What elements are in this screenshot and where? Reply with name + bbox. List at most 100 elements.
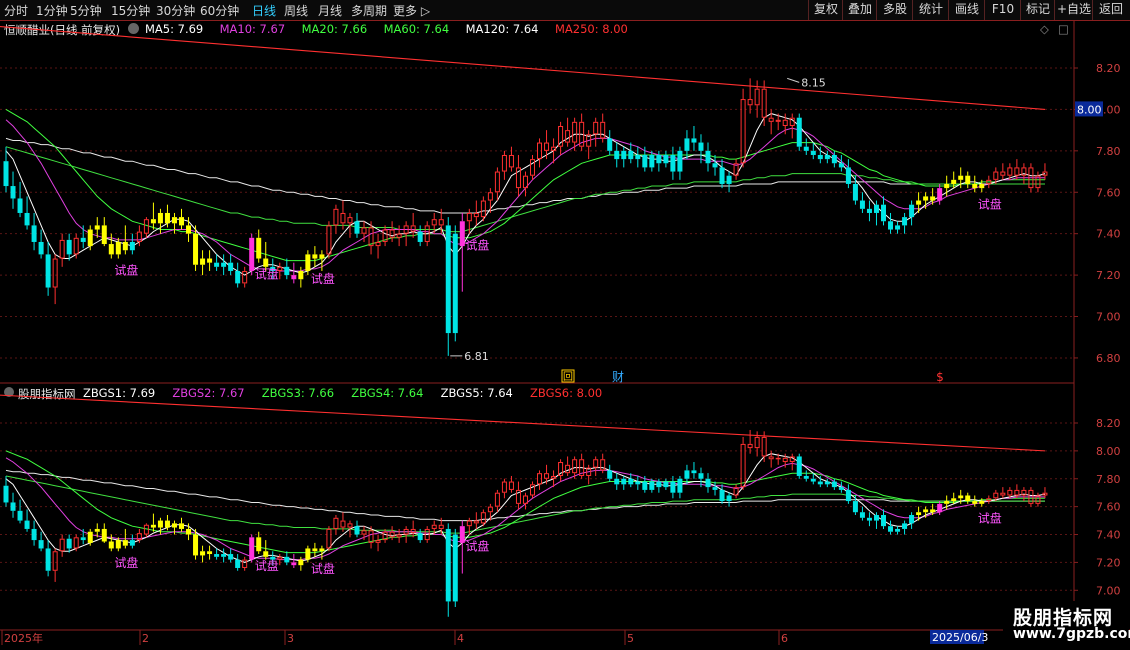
candle-body [284,266,290,276]
candle-body [249,237,255,271]
candle-body [3,161,9,187]
y-tick-label: 7.20 [1096,556,1121,569]
candle-body [916,512,922,516]
candle-body [859,512,865,518]
event-icon-buyback: 回 [563,371,573,383]
signal-label: 试盘 [465,539,489,554]
candle-body [354,221,360,234]
candle-body [361,530,367,535]
candle-body [888,526,894,532]
candle-body [326,225,332,255]
candle-body [171,523,177,528]
candle-body [66,538,72,549]
candle-body [972,501,978,504]
candle-body [937,188,943,201]
candle-body [171,217,177,224]
y-tick-label: 6.80 [1096,352,1121,365]
candle-body [494,171,500,193]
candle-body [845,489,851,502]
candle-body [157,520,163,528]
candle-body [186,528,192,535]
candle-body [1014,167,1020,176]
candle-body [101,528,107,542]
candle-body [115,241,121,255]
candle-body [993,171,999,180]
candle-body [698,473,704,479]
candle-body [73,537,79,549]
candle-body [726,495,732,502]
candle-body [200,551,206,556]
candle-body [902,523,908,529]
candle-body [347,217,353,224]
candle-body [24,520,30,529]
candle-body [263,258,269,267]
candle-body [782,119,788,126]
candle-body [796,117,802,147]
candle-body [494,492,500,507]
candle-body [473,520,479,524]
candle-body [129,540,135,546]
candle-body [235,270,241,284]
candle-body [340,520,346,528]
candle-body [87,229,93,247]
candle-body [944,183,950,189]
kline-chart[interactable]: 8.208.007.807.607.407.207.006.80试盘 试盘 试盘试盘… [0,0,1130,650]
candle-body [852,501,858,513]
y-tick-label: 7.00 [1096,311,1121,324]
candle-body [775,457,781,460]
y-tick-label: 8.00 [1096,445,1121,458]
candle-body [480,200,486,218]
candle-body [930,196,936,201]
candle-body [930,509,936,513]
y-tick-label: 7.00 [1096,584,1121,597]
candle-body [859,200,865,209]
candle-body [838,163,844,168]
candle-body [157,212,163,224]
y-tick-label: 8.20 [1096,417,1121,430]
candle-body [768,117,774,122]
candle-body [368,530,374,543]
candle-body [10,186,16,199]
candle-body [761,88,767,118]
candle-body [768,456,774,460]
candle-body [691,470,697,474]
candle-body [656,154,662,164]
high-label: 8.15 [801,76,826,89]
signal-label: 试盘 [255,267,279,282]
candle-body [670,154,676,172]
candle-body [375,540,381,543]
candle-body [923,196,929,201]
candle-body [249,537,255,560]
candle-body [642,481,648,490]
candle-body [607,138,613,151]
candle-body [284,556,290,563]
candle-body [663,154,669,164]
candle-body [979,501,985,504]
candle-body [951,179,957,184]
candle-body [958,495,964,499]
candle-body [487,192,493,201]
candle-body [937,503,943,513]
candle-body [396,534,402,538]
candle-body [228,262,234,271]
candle-body [909,515,915,524]
x-label: 2025年 [4,631,43,645]
candle-body [417,231,423,242]
signal-label: 试盘 [255,558,279,573]
candle-body [895,225,901,230]
candle-body [80,537,86,541]
candle-body [705,478,711,488]
candle-body [186,225,192,234]
signal-label: 试盘 [311,271,335,286]
candle-body [207,551,213,555]
candle-body [480,512,486,524]
candle-body [726,175,732,184]
candle-body [319,548,325,552]
candle-body [572,121,578,143]
candle-body [298,270,304,280]
candle-body [256,237,262,259]
candle-body [214,262,220,267]
candle-body [164,212,170,224]
signal-label: 试盘 [465,238,489,253]
candle-body [593,459,599,468]
